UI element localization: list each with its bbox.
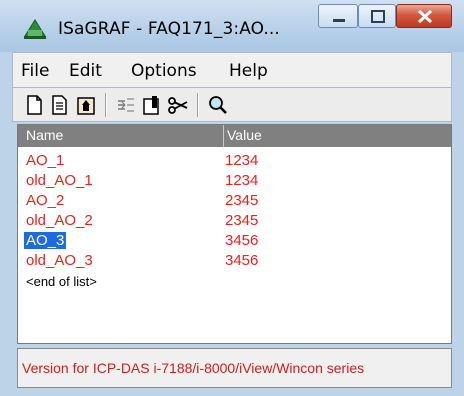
menu-edit-label: Edit (69, 61, 102, 81)
list-item[interactable]: AO_2 2345 (18, 191, 451, 211)
item-name: old_AO_2 (26, 212, 93, 229)
toolbar-separator (197, 93, 199, 117)
list-header: Name Value (18, 125, 451, 147)
edit-icon[interactable] (141, 93, 163, 117)
list-item[interactable]: AO_1 1234 (18, 151, 451, 171)
item-value: 3456 (225, 232, 259, 249)
search-icon[interactable] (207, 93, 229, 117)
list-end-marker: <end of list> (18, 271, 451, 291)
status-text: Version for ICP-DAS i-7188/i-8000/iView/… (22, 360, 365, 376)
item-value: 2345 (225, 212, 259, 229)
minimize-button[interactable] (318, 4, 358, 28)
menu-options-label: Options (131, 61, 197, 81)
item-value: 2345 (225, 192, 259, 209)
move-icon[interactable] (115, 93, 137, 117)
menu-bar: File Edit Options Help (12, 52, 452, 88)
close-icon (417, 9, 433, 24)
copy-icon[interactable] (49, 93, 71, 117)
menu-file-label: File (21, 61, 50, 81)
column-header-name[interactable]: Name (26, 127, 63, 143)
new-icon[interactable] (23, 93, 45, 117)
end-of-list-label: <end of list> (26, 274, 97, 289)
item-name: old_AO_1 (26, 172, 93, 189)
title-bar[interactable]: ISaGRAF - FAQ171_3:AO... (0, 0, 464, 52)
paste-icon[interactable] (75, 93, 97, 117)
toolbar-separator (105, 93, 107, 117)
column-divider[interactable] (223, 125, 224, 147)
item-name: AO_1 (26, 152, 65, 169)
menu-help-label: Help (229, 61, 268, 81)
maximize-icon (371, 10, 385, 23)
item-name: old_AO_3 (26, 252, 93, 269)
window-title: ISaGRAF - FAQ171_3:AO... (58, 19, 280, 39)
menu-options[interactable]: Options (131, 61, 197, 81)
toolbar (12, 88, 452, 122)
list-item[interactable]: old_AO_2 2345 (18, 211, 451, 231)
item-name: AO_2 (26, 192, 65, 209)
list-item[interactable]: old_AO_1 1234 (18, 171, 451, 191)
item-value: 3456 (225, 252, 259, 269)
column-header-value[interactable]: Value (227, 127, 262, 143)
close-button[interactable] (396, 4, 452, 28)
menu-edit[interactable]: Edit (69, 61, 102, 81)
menu-file[interactable]: File (21, 61, 49, 81)
item-name: AO_3 (24, 232, 67, 249)
item-value: 1234 (225, 172, 259, 189)
minimize-icon (333, 19, 345, 22)
list-item[interactable]: old_AO_3 3456 (18, 251, 451, 271)
menu-help[interactable]: Help (229, 61, 268, 81)
maximize-button[interactable] (358, 4, 396, 28)
cut-icon[interactable] (167, 93, 189, 117)
variable-list[interactable]: Name Value AO_1 1234 old_AO_1 1234 AO_2 … (17, 124, 452, 344)
app-window: ISaGRAF - FAQ171_3:AO... File Edit Optio… (0, 0, 464, 396)
app-icon (24, 19, 46, 39)
status-bar: Version for ICP-DAS i-7188/i-8000/iView/… (17, 348, 452, 388)
item-value: 1234 (225, 152, 259, 169)
list-item-selected[interactable]: AO_3 3456 (18, 231, 451, 251)
